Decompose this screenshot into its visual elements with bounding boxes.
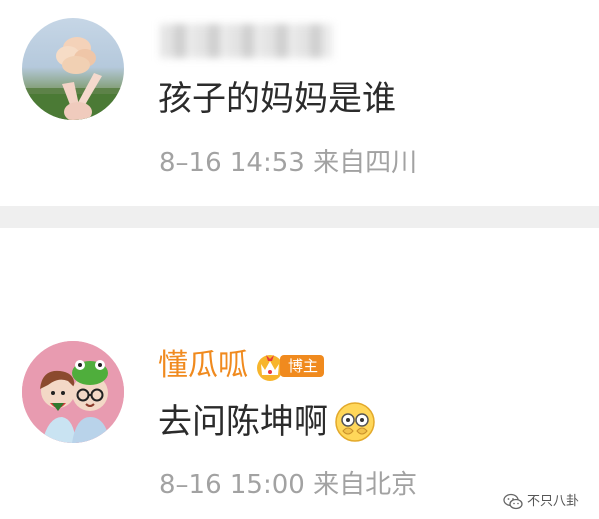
comment-text: 去问陈坤啊 bbox=[158, 402, 328, 442]
comment-text: 孩子的妈妈是谁 bbox=[158, 79, 396, 119]
section-divider bbox=[0, 206, 599, 228]
avatar[interactable] bbox=[22, 341, 124, 443]
badge-label: 博主 bbox=[280, 355, 325, 377]
comment-meta: 8–16 15:00 来自北京 bbox=[159, 470, 418, 500]
watermark: 不只八卦 bbox=[503, 493, 579, 511]
comment-body: 去问陈坤啊 bbox=[158, 398, 376, 446]
watermark-text: 不只八卦 bbox=[526, 494, 579, 509]
comment-header: 懂瓜呱 博主 bbox=[158, 346, 325, 386]
comment-meta: 8–16 14:53 来自四川 bbox=[159, 148, 418, 178]
facepalm-emoji-icon bbox=[335, 402, 375, 442]
username[interactable]: 懂瓜呱 bbox=[158, 346, 248, 386]
username-blurred[interactable] bbox=[160, 24, 332, 58]
avatar-photo-cloud-hand bbox=[22, 37, 124, 120]
comment-feed: 孩子的妈妈是谁 8–16 14:53 来自四川 懂瓜呱 博主 去问陈坤啊 8–1… bbox=[0, 0, 599, 519]
avatar-cartoon-couple bbox=[22, 341, 124, 443]
wechat-icon bbox=[503, 493, 523, 510]
blogger-badge[interactable]: 博主 bbox=[254, 348, 325, 384]
avatar[interactable] bbox=[22, 18, 124, 120]
